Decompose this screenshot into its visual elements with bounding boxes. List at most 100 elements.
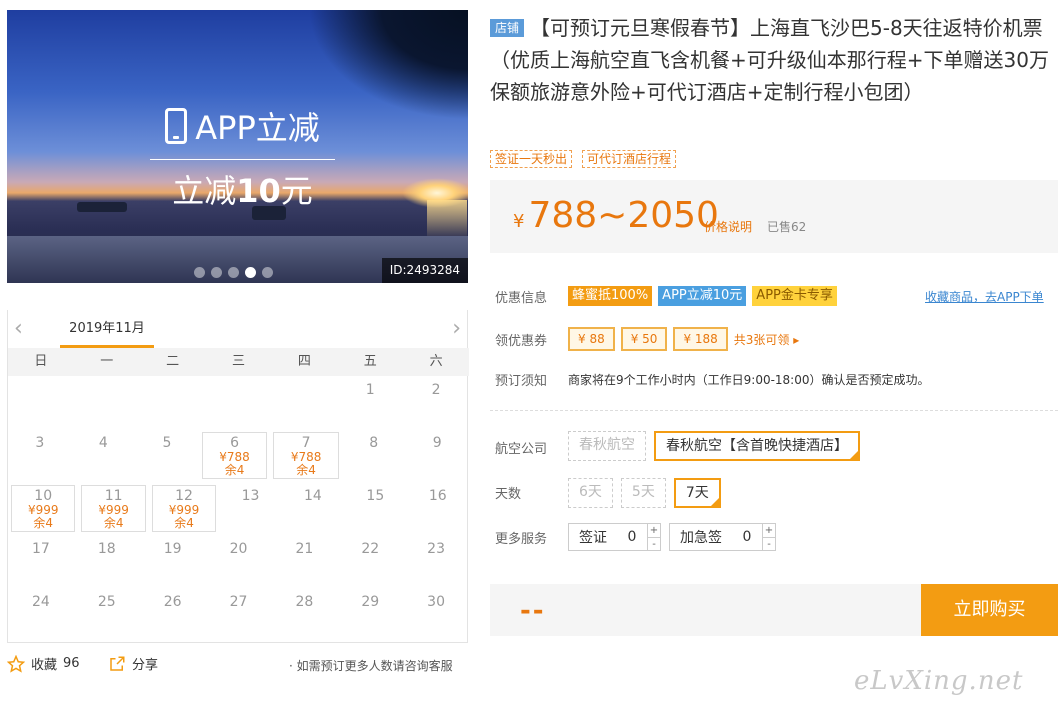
weekday-label: 一	[100, 354, 114, 369]
day-remaining: 余4	[103, 516, 124, 530]
watermark: eLvXing.net	[854, 666, 1024, 696]
coupon-list: ¥ 88 ¥ 50 ¥ 188 共3张可领 ▸	[568, 327, 799, 351]
day-number: 12	[175, 488, 193, 504]
carousel-dots	[194, 267, 273, 278]
plus-button[interactable]: +	[763, 524, 775, 537]
price-explain-link[interactable]: 价格说明	[704, 218, 752, 235]
airline-option-selected[interactable]: 春秋航空【含首晚快捷酒店】	[654, 431, 860, 461]
calendar-day: 29	[337, 588, 403, 641]
day-number: 15	[366, 488, 385, 504]
carousel-dot[interactable]	[194, 267, 205, 278]
days-option[interactable]: 5天	[620, 478, 666, 508]
calendar-header: ‹ 2019年11月 ›	[8, 310, 469, 348]
calendar-empty	[74, 376, 140, 429]
calendar-day: 24	[8, 588, 74, 641]
discount-badge: APP金卡专享	[752, 286, 837, 306]
share-label: 分享	[132, 658, 159, 673]
discount-label: 优惠信息	[495, 291, 548, 306]
stepper-value[interactable]: 0	[732, 529, 762, 545]
day-number: 8	[369, 435, 379, 451]
boat-silhouette	[77, 202, 127, 212]
calendar-day: 1	[337, 376, 403, 429]
day-number: 13	[241, 488, 260, 504]
day-number: 7	[301, 435, 311, 451]
price-box: ¥788~2050 价格说明 已售62	[490, 180, 1058, 253]
calendar-day: 9	[405, 429, 469, 482]
calendar-day: 14	[282, 482, 344, 535]
price-range: ¥788~2050	[513, 196, 719, 242]
minus-button[interactable]: -	[763, 537, 775, 550]
weekday-label: 五	[363, 354, 377, 369]
day-number: 16	[428, 488, 447, 504]
day-number: 30	[427, 594, 445, 610]
coupon-label: 领优惠券	[495, 334, 548, 349]
day-number: 4	[98, 435, 108, 451]
coupon-ticket[interactable]: ¥ 188	[673, 327, 728, 351]
calendar-empty	[206, 376, 272, 429]
carousel-dot[interactable]	[228, 267, 239, 278]
coupon-more-link[interactable]: 共3张可领 ▸	[734, 331, 799, 348]
calendar-day[interactable]: 6 ¥788 余4	[201, 432, 268, 479]
weekday-label: 日	[34, 354, 48, 369]
calendar-day[interactable]: 10 ¥999 余4	[11, 485, 76, 532]
day-number: 29	[361, 594, 380, 610]
urgent-visa-stepper: 加急签 0 + -	[669, 523, 776, 551]
calendar-month-tab[interactable]: 2019年11月	[60, 310, 154, 348]
service-steppers: 签证 0 + - 加急签 0 + -	[568, 523, 784, 551]
star-icon	[7, 654, 25, 673]
calendar-day[interactable]: 12 ¥999 余4	[151, 485, 217, 532]
days-options: 6天 5天 7天	[568, 478, 729, 508]
promo-suffix: 元	[280, 172, 313, 210]
favorite-count: 96	[63, 656, 80, 671]
day-remaining: 余4	[33, 516, 54, 530]
minus-button[interactable]: -	[648, 537, 660, 550]
day-remaining: 余4	[296, 463, 316, 477]
airline-option[interactable]: 春秋航空	[568, 431, 646, 461]
favorite-app-link[interactable]: 收藏商品，去APP下单	[925, 288, 1044, 305]
days-option-selected[interactable]: 7天	[673, 478, 721, 508]
calendar-day[interactable]: 11 ¥999 余4	[81, 485, 146, 532]
phone-icon	[165, 108, 188, 144]
calendar-empty	[8, 376, 74, 429]
stepper-value[interactable]: 0	[617, 529, 647, 545]
notice-text: 商家将在9个工作小时内（工作日9:00-18:00）确认是否预定成功。	[568, 373, 930, 387]
days-label: 天数	[495, 487, 522, 502]
carousel-dot[interactable]	[211, 267, 222, 278]
day-number: 2	[431, 382, 441, 398]
days-option[interactable]: 6天	[568, 478, 613, 508]
coupon-ticket[interactable]: ¥ 50	[620, 327, 668, 351]
calendar-day[interactable]: 7 ¥788 余4	[273, 432, 339, 479]
promo-title: APP立减	[195, 109, 320, 147]
day-number: 3	[35, 435, 45, 451]
calendar-day: 30	[403, 588, 469, 641]
calendar-day: 18	[74, 535, 140, 588]
notice-label: 预订须知	[495, 374, 548, 389]
calendar-day: 15	[344, 482, 406, 535]
discount-badges: 蜂蜜抵100% APP立减10元 APP金卡专享	[568, 286, 837, 306]
price-value: 788~2050	[528, 195, 719, 236]
carousel-dot[interactable]	[262, 267, 273, 278]
sun-reflection	[427, 200, 467, 240]
day-number: 11	[104, 488, 123, 504]
discount-badge: APP立减10元	[658, 286, 747, 306]
day-number: 17	[32, 541, 50, 557]
carousel-dot[interactable]	[245, 267, 256, 278]
airline-label: 航空公司	[495, 442, 548, 457]
calendar-prev-icon[interactable]: ‹	[14, 318, 23, 340]
hero-banner[interactable]: APP立减 立减10元 ID:2493284	[7, 10, 468, 283]
calendar-next-icon[interactable]: ›	[452, 318, 461, 340]
share-button[interactable]: 分享	[108, 654, 158, 673]
day-number: 14	[303, 488, 322, 504]
promo-amount: 10	[236, 172, 281, 210]
plus-button[interactable]: +	[648, 524, 660, 537]
promo-divider	[150, 159, 335, 160]
buy-now-button[interactable]: 立即购买	[921, 584, 1058, 636]
stepper-name: 签证	[579, 530, 607, 546]
coupon-ticket[interactable]: ¥ 88	[568, 327, 615, 351]
date-calendar: ‹ 2019年11月 › 日一二三四五六 1 2 3 4 5 6 ¥788 余4 7 ¥788 余4…	[7, 310, 469, 643]
sold-count: 已售62	[767, 220, 807, 234]
product-id-label: ID:2493284	[381, 258, 468, 283]
favorite-button[interactable]: 收藏 96	[7, 654, 80, 673]
contact-note: · 如需预订更多人数请咨询客服	[289, 659, 453, 673]
stepper-name: 加急签	[680, 530, 722, 546]
